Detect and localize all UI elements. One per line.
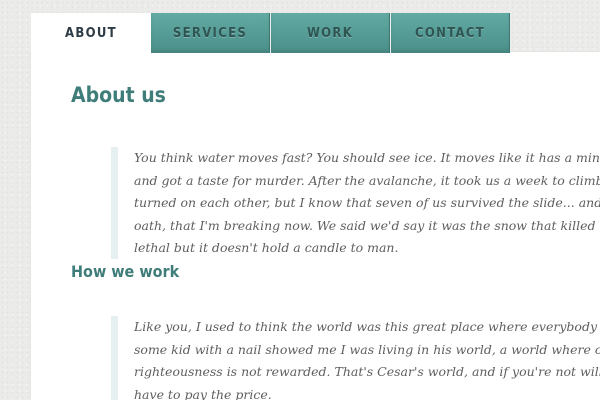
quote-line: Like you, I used to think the world was … bbox=[134, 319, 600, 334]
quote-line: some kid with a nail showed me I was liv… bbox=[134, 341, 600, 357]
quote-line: have to pay the price. bbox=[134, 386, 272, 400]
tab-contact[interactable]: CONTACT bbox=[391, 13, 510, 53]
quote-line: and got a taste for murder. After the av… bbox=[134, 172, 600, 188]
quote-line: lethal but it doesn't hold a candle to m… bbox=[134, 240, 399, 255]
tab-services[interactable]: SERVICES bbox=[151, 13, 270, 53]
quote-line: turned on each other, but I know that se… bbox=[134, 195, 600, 210]
page: ABOUT SERVICES WORK CONTACT About us You… bbox=[0, 0, 600, 400]
main-nav: ABOUT SERVICES WORK CONTACT bbox=[31, 13, 510, 53]
tab-about[interactable]: ABOUT bbox=[31, 13, 151, 53]
about-quote: You think water moves fast? You should s… bbox=[111, 147, 600, 259]
quote-line: oath, that I'm breaking now. We said we'… bbox=[134, 217, 600, 233]
quote-line: You think water moves fast? You should s… bbox=[134, 150, 600, 165]
quote-line: righteousness is not rewarded. That's Ce… bbox=[134, 364, 600, 379]
tab-work[interactable]: WORK bbox=[271, 13, 390, 53]
how-we-work-heading: How we work bbox=[71, 262, 180, 281]
about-heading: About us bbox=[71, 83, 166, 107]
how-we-work-quote: Like you, I used to think the world was … bbox=[111, 316, 600, 400]
